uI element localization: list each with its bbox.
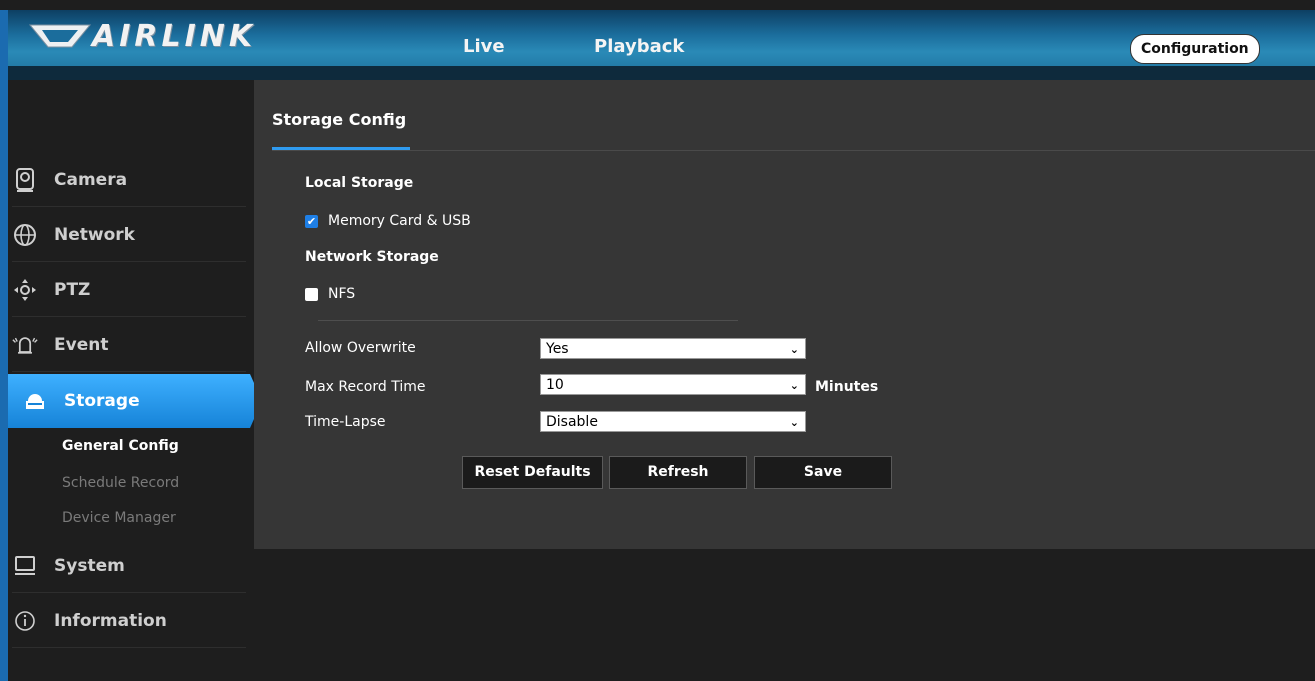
- sidebar-item-label: Information: [54, 610, 167, 631]
- event-icon: [12, 332, 38, 358]
- camera-icon: [12, 167, 38, 193]
- sidebar-item-label: PTZ: [54, 279, 91, 300]
- sidebar-sub-general-config[interactable]: General Config: [62, 438, 179, 454]
- sidebar-item-label: Network: [54, 224, 135, 245]
- airlink-logo-mark-icon: [28, 24, 92, 48]
- sidebar-item-network[interactable]: Network: [12, 208, 246, 262]
- chevron-down-icon: ⌄: [789, 343, 799, 356]
- save-button[interactable]: Save: [754, 456, 892, 489]
- network-icon: [12, 222, 38, 248]
- max-record-time-label: Max Record Time: [305, 379, 426, 395]
- title-divider: [272, 150, 1315, 151]
- max-record-time-unit: Minutes: [815, 379, 879, 395]
- sidebar-sub-device-manager[interactable]: Device Manager: [62, 510, 176, 526]
- sidebar-item-camera[interactable]: Camera: [12, 153, 246, 207]
- nfs-checkbox[interactable]: [305, 287, 318, 301]
- system-icon: [12, 553, 38, 579]
- allow-overwrite-label: Allow Overwrite: [305, 340, 416, 356]
- max-record-time-select[interactable]: 10 ⌄: [540, 374, 806, 395]
- sidebar-item-label: Camera: [54, 169, 128, 190]
- time-lapse-select[interactable]: Disable ⌄: [540, 411, 806, 432]
- header-lower-band: [8, 66, 1315, 80]
- time-lapse-value: Disable: [546, 414, 598, 430]
- sidebar-item-event[interactable]: Event: [12, 318, 246, 372]
- local-storage-heading: Local Storage: [305, 175, 414, 191]
- sidebar-item-label: Event: [54, 334, 109, 355]
- panel-title: Storage Config: [272, 110, 407, 129]
- configuration-button[interactable]: Configuration: [1130, 34, 1260, 64]
- chevron-down-icon: ⌄: [789, 379, 799, 392]
- information-icon: [12, 608, 38, 634]
- sidebar-item-system[interactable]: System: [12, 539, 246, 593]
- nfs-option[interactable]: NFS: [305, 286, 355, 302]
- time-lapse-label: Time-Lapse: [305, 414, 386, 430]
- sidebar-item-information[interactable]: Information: [12, 594, 246, 648]
- section-divider: [318, 320, 738, 321]
- left-accent-strip: [0, 10, 8, 681]
- sidebar-item-label: Storage: [64, 391, 140, 411]
- sidebar-item-label: System: [54, 555, 125, 576]
- active-tab-underline: [272, 147, 410, 150]
- ptz-icon: [12, 277, 38, 303]
- max-record-time-value: 10: [546, 377, 564, 393]
- top-header: AIRLINK Live Playback Configuration: [8, 10, 1315, 80]
- nav-playback[interactable]: Playback: [594, 36, 684, 57]
- allow-overwrite-value: Yes: [546, 341, 569, 357]
- sidebar-item-ptz[interactable]: PTZ: [12, 263, 246, 317]
- chevron-down-icon: ⌄: [789, 416, 799, 429]
- memory-card-checkbox[interactable]: ✔: [305, 214, 318, 228]
- storage-icon: [22, 388, 48, 414]
- airlink-logo: AIRLINK: [28, 18, 256, 54]
- sidebar-sub-schedule-record[interactable]: Schedule Record: [62, 475, 179, 491]
- sidebar-item-storage[interactable]: Storage: [8, 374, 254, 428]
- memory-card-option[interactable]: ✔ Memory Card & USB: [305, 213, 471, 229]
- refresh-button[interactable]: Refresh: [609, 456, 747, 489]
- nfs-label: NFS: [328, 286, 356, 302]
- storage-config-panel: Storage Config Local Storage ✔ Memory Ca…: [254, 80, 1315, 549]
- logo-text: AIRLINK: [92, 18, 257, 54]
- allow-overwrite-select[interactable]: Yes ⌄: [540, 338, 806, 359]
- memory-card-label: Memory Card & USB: [328, 213, 471, 229]
- network-storage-heading: Network Storage: [305, 249, 439, 265]
- nav-live[interactable]: Live: [463, 36, 505, 57]
- reset-defaults-button[interactable]: Reset Defaults: [462, 456, 603, 489]
